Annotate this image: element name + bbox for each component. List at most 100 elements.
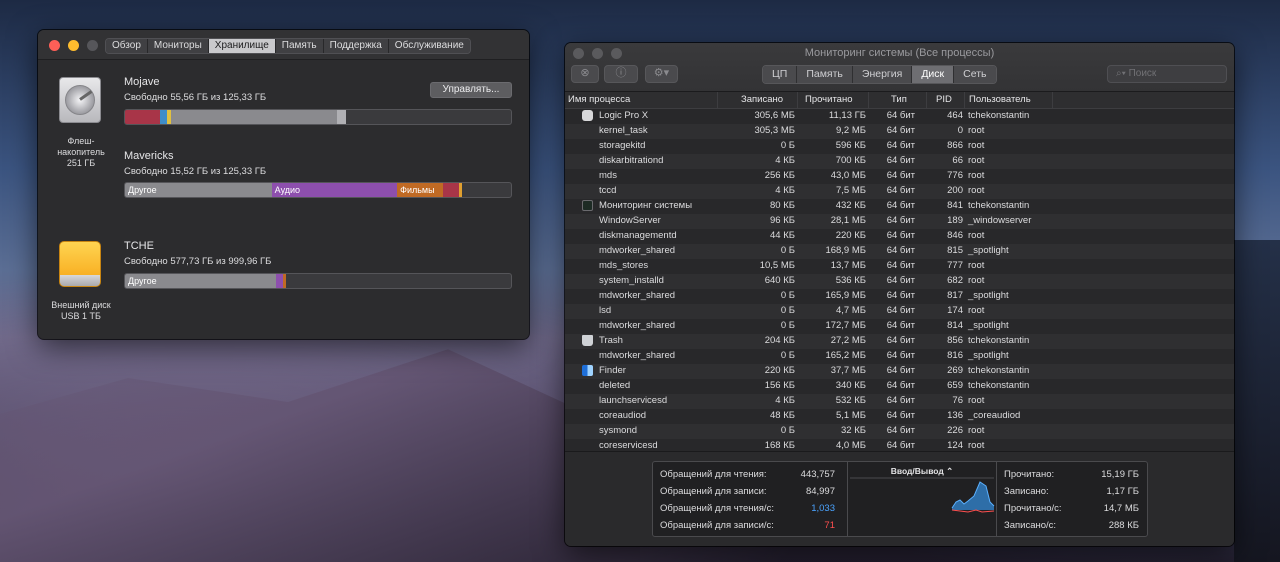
storage-segment[interactable]	[275, 274, 284, 288]
cell-t: 64 бит	[886, 110, 915, 121]
stat-row: Обращений для записи/с: 71	[653, 517, 841, 534]
stat-label: Записано:	[1004, 486, 1049, 497]
tab-0[interactable]: Обзор	[106, 39, 148, 53]
storage-segment[interactable]	[458, 183, 462, 197]
storage-segment[interactable]	[170, 110, 337, 124]
tab-3[interactable]: Диск	[912, 66, 955, 83]
cell-r: 172,7 МБ	[825, 320, 866, 331]
storage-segment[interactable]	[443, 183, 459, 197]
external-drive-label: Внешний диск USB 1 ТБ	[51, 300, 111, 321]
table-row[interactable]: kernel_task 305,3 МБ 9,2 МБ 64 бит 0 root	[565, 124, 1234, 139]
actions-menu-button[interactable]: ⚙▾	[645, 65, 678, 83]
tab-1[interactable]: Мониторы	[147, 39, 209, 53]
table-header: Имя процесса Записано Прочитано Тип PID …	[565, 92, 1234, 109]
cell-name: Finder	[599, 365, 626, 376]
column-type[interactable]: Тип	[869, 92, 927, 109]
cell-r: 5,1 МБ	[836, 410, 866, 421]
cell-t: 64 бит	[886, 140, 915, 151]
table-row[interactable]: lsd 0 Б 4,7 МБ 64 бит 174 root	[565, 304, 1234, 319]
storage-segment[interactable]: Другое	[125, 183, 272, 197]
table-row[interactable]: launchservicesd 4 КБ 532 КБ 64 бит 76 root	[565, 394, 1234, 409]
table-row[interactable]: Мониторинг системы 80 КБ 432 КБ 64 бит 841 tc…	[565, 199, 1234, 214]
storage-segment[interactable]	[159, 110, 168, 124]
tab-4[interactable]: Поддержка	[323, 39, 389, 53]
storage-segment[interactable]: Другое	[125, 274, 276, 288]
close-button[interactable]	[49, 40, 60, 51]
storage-segment[interactable]	[336, 110, 347, 124]
storage-segment[interactable]: Аудио	[271, 183, 398, 197]
column-written[interactable]: Записано	[718, 92, 798, 109]
table-row[interactable]: Finder 220 КБ 37,7 МБ 64 бит 269 tchekonstant…	[565, 364, 1234, 379]
table-row[interactable]: diskmanagementd 44 КБ 220 КБ 64 бит 846 root	[565, 229, 1234, 244]
cell-w: 4 КБ	[775, 395, 795, 406]
cell-pid: 226	[947, 425, 963, 436]
table-row[interactable]: Trash 204 КБ 27,2 МБ 64 бит 856 tchekonstanti…	[565, 334, 1234, 349]
tab-0[interactable]: ЦП	[763, 66, 798, 83]
table-row[interactable]: diskarbitrationd 4 КБ 700 КБ 64 бит 66 root	[565, 154, 1234, 169]
table-row[interactable]: tccd 4 КБ 7,5 МБ 64 бит 200 root	[565, 184, 1234, 199]
table-row[interactable]: system_installd 640 КБ 536 КБ 64 бит 682 root	[565, 274, 1234, 289]
table-row[interactable]: coreaudiod 48 КБ 5,1 МБ 64 бит 136 _coreaudio…	[565, 409, 1234, 424]
cell-name: kernel_task	[599, 125, 648, 136]
column-read[interactable]: Прочитано	[798, 92, 869, 109]
cell-name: coreservicesd	[599, 440, 658, 451]
storage-segment[interactable]: Фильмы	[397, 183, 444, 197]
cell-r: 165,9 МБ	[825, 290, 866, 301]
tab-5[interactable]: Обслуживание	[388, 39, 470, 53]
cell-user: root	[968, 425, 985, 436]
table-row[interactable]: deleted 156 КБ 340 КБ 64 бит 659 tchekonstant…	[565, 379, 1234, 394]
table-row[interactable]: mds 256 КБ 43,0 МБ 64 бит 776 root	[565, 169, 1234, 184]
cell-pid: 841	[947, 200, 963, 211]
stat-value: 1,17 ГБ	[1106, 486, 1139, 497]
cell-w: 640 КБ	[764, 275, 795, 286]
table-row[interactable]: mdworker_shared 0 Б 168,9 МБ 64 бит 815 _spot…	[565, 244, 1234, 259]
table-row[interactable]: WindowServer 96 КБ 28,1 МБ 64 бит 189 _window…	[565, 214, 1234, 229]
category-tabs: ЦП Память Энергия Диск Сеть	[762, 65, 997, 84]
cell-w: 0 Б	[780, 350, 795, 361]
cell-pid: 682	[947, 275, 963, 286]
inspect-process-button[interactable]: ⓘ	[604, 65, 638, 83]
cell-t: 64 бит	[886, 425, 915, 436]
minimize-button[interactable]	[68, 40, 79, 51]
cell-t: 64 бит	[886, 380, 915, 391]
cell-user: tchekonstantin	[968, 365, 1030, 376]
cell-w: 156 КБ	[764, 380, 795, 391]
table-row[interactable]: mdworker_shared 0 Б 165,2 МБ 64 бит 816 _spot…	[565, 349, 1234, 364]
cell-user: _spotlight	[968, 350, 1009, 361]
cell-name: system_installd	[599, 275, 664, 286]
table-row[interactable]: coreservicesd 168 КБ 4,0 МБ 64 бит 124 root	[565, 439, 1234, 451]
cell-name: sysmond	[599, 425, 638, 436]
activity-monitor-window: Мониторинг системы (Все процессы) ⊗ ⓘ ⚙▾…	[565, 43, 1234, 546]
tab-3[interactable]: Память	[275, 39, 324, 53]
cell-pid: 76	[952, 395, 963, 406]
tab-2[interactable]: Энергия	[852, 66, 913, 83]
storage-segment[interactable]	[125, 110, 160, 124]
storage-bar-mojave	[124, 109, 512, 125]
table-row[interactable]: Logic Pro X 305,6 МБ 11,13 ГБ 64 бит 464 tche…	[565, 109, 1234, 124]
table-row[interactable]: sysmond 0 Б 32 КБ 64 бит 226 root	[565, 424, 1234, 439]
table-row[interactable]: mdworker_shared 0 Б 165,9 МБ 64 бит 817 _spot…	[565, 289, 1234, 304]
tab-2[interactable]: Хранилище	[208, 39, 276, 53]
column-pid[interactable]: PID	[927, 92, 965, 109]
stat-row: Записано/с: 288 КБ	[997, 517, 1145, 534]
table-row[interactable]: mdworker_shared 0 Б 172,7 МБ 64 бит 814 _spot…	[565, 319, 1234, 334]
cell-user: root	[968, 260, 985, 271]
stats-box: Обращений для чтения: 443,757 Обращений дл…	[652, 461, 1148, 537]
zoom-button[interactable]	[87, 40, 98, 51]
table-row[interactable]: storagekitd 0 Б 596 КБ 64 бит 866 root	[565, 139, 1234, 154]
stop-process-button[interactable]: ⊗	[571, 65, 599, 83]
table-row[interactable]: mds_stores 10,5 МБ 13,7 МБ 64 бит 777 root	[565, 259, 1234, 274]
tab-4[interactable]: Сеть	[954, 66, 996, 83]
column-user[interactable]: Пользователь	[965, 92, 1053, 109]
cell-w: 96 КБ	[770, 215, 795, 226]
storage-segment[interactable]	[283, 274, 287, 288]
cell-r: 13,7 МБ	[830, 260, 866, 271]
disk-free-mavericks: Свободно 15,52 ГБ из 125,33 ГБ	[124, 166, 267, 177]
tab-1[interactable]: Память	[797, 66, 853, 83]
cell-pid: 174	[947, 305, 963, 316]
search-input[interactable]: ⌕▾ Поиск	[1107, 65, 1227, 83]
column-process-name[interactable]: Имя процесса	[565, 92, 718, 109]
cell-r: 11,13 ГБ	[828, 110, 866, 121]
cell-w: 10,5 МБ	[759, 260, 795, 271]
manage-button[interactable]: Управлять...	[430, 82, 512, 98]
